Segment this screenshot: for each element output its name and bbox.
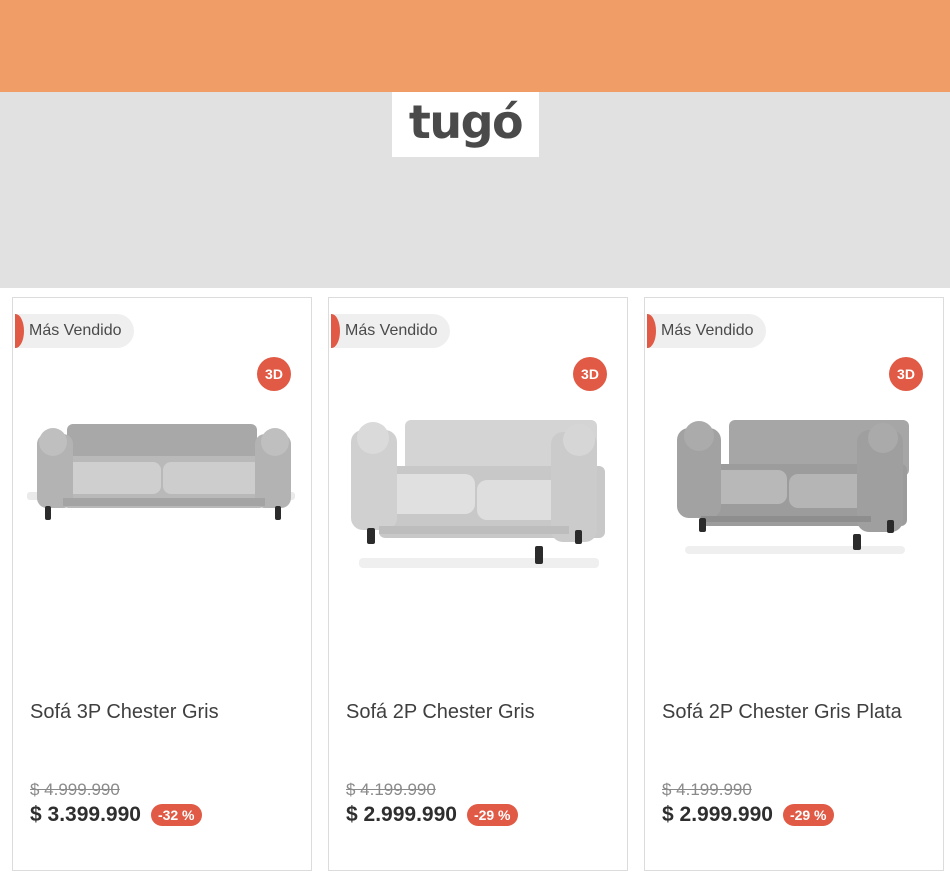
view-3d-badge[interactable]: 3D xyxy=(573,357,607,391)
brand-hero: tugó xyxy=(0,92,950,288)
best-seller-badge: Más Vendido xyxy=(331,314,450,348)
discount-badge: -29 % xyxy=(466,804,518,826)
original-price: $ 4.199.990 xyxy=(346,780,436,799)
product-name[interactable]: Sofá 2P Chester Gris xyxy=(346,701,535,724)
discount-badge: -29 % xyxy=(782,804,834,826)
product-name[interactable]: Sofá 3P Chester Gris xyxy=(30,701,219,724)
original-price: $ 4.199.990 xyxy=(662,780,752,799)
sale-price: $ 2.999.990 xyxy=(346,803,457,826)
brand-logo[interactable]: tugó xyxy=(392,92,539,157)
original-price: $ 4.999.990 xyxy=(30,780,120,799)
view-3d-badge[interactable]: 3D xyxy=(889,357,923,391)
sofa-2p-silver-icon[interactable] xyxy=(655,418,935,578)
product-card[interactable]: Más Vendido 3D Sofá 2P Chester Gris Plat… xyxy=(644,297,944,871)
best-seller-badge: Más Vendido xyxy=(15,314,134,348)
price-row: $ 2.999.990 -29 % xyxy=(346,803,518,827)
brand-logo-text: tugó xyxy=(408,94,524,149)
sofa-3p-icon[interactable] xyxy=(23,418,303,578)
sale-price: $ 2.999.990 xyxy=(662,803,773,826)
discount-badge: -32 % xyxy=(150,804,202,826)
best-seller-badge: Más Vendido xyxy=(647,314,766,348)
price-row: $ 2.999.990 -29 % xyxy=(662,803,834,827)
view-3d-badge[interactable]: 3D xyxy=(257,357,291,391)
product-card[interactable]: Más Vendido 3D Sofá 2P Chester Gris $ 4.… xyxy=(328,297,628,871)
sofa-2p-icon[interactable] xyxy=(339,418,619,578)
product-name[interactable]: Sofá 2P Chester Gris Plata xyxy=(662,701,902,724)
product-grid: Más Vendido 3D Sofá 3P Chester Gris $ 4.… xyxy=(0,288,950,882)
sale-price: $ 3.399.990 xyxy=(30,803,141,826)
product-card[interactable]: Más Vendido 3D Sofá 3P Chester Gris $ 4.… xyxy=(12,297,312,871)
top-banner xyxy=(0,0,950,92)
price-row: $ 3.399.990 -32 % xyxy=(30,803,202,827)
